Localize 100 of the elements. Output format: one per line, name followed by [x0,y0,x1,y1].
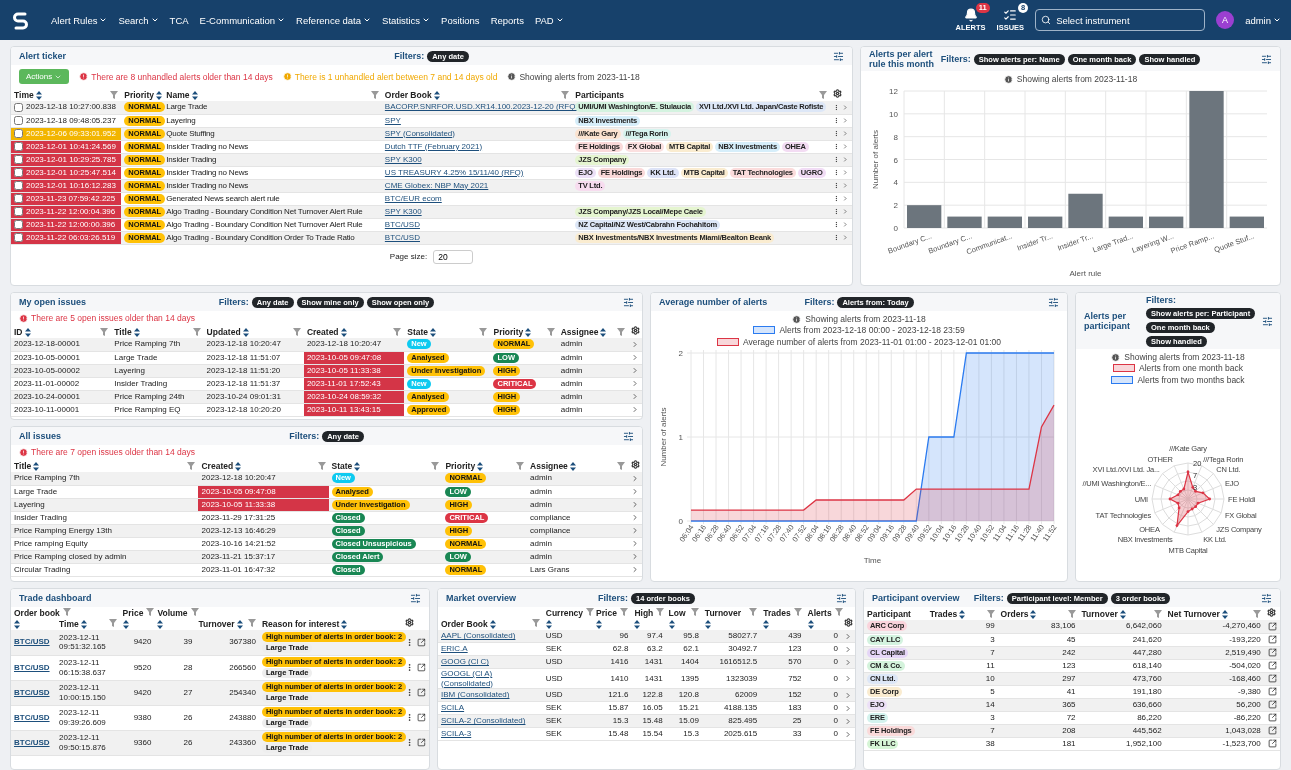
filter-icon[interactable] [531,619,540,627]
filter-icon[interactable] [561,91,570,99]
order-book-link[interactable]: SPY [384,115,401,125]
filter-icon[interactable] [1252,610,1261,618]
row-checkbox[interactable] [14,180,23,190]
filter-icon[interactable] [108,619,117,627]
column-header[interactable]: Participants [575,90,624,100]
settings-icon[interactable] [1261,53,1272,65]
settings-icon[interactable] [1266,608,1276,617]
column-header[interactable]: Currency [545,608,584,618]
row-checkbox[interactable] [14,141,23,151]
column-header[interactable]: Turnover [1081,609,1118,619]
column-header[interactable]: Volume [157,608,188,618]
column-header[interactable]: Priority [493,327,524,337]
filter-icon[interactable] [616,462,625,470]
column-header[interactable]: Name [166,90,190,100]
row-checkbox[interactable] [14,128,23,138]
sort-icon[interactable] [525,327,532,337]
filter-icon[interactable] [1153,610,1162,618]
sort-icon[interactable] [763,620,770,629]
order-book-link[interactable]: BTC/USD [14,712,50,722]
external-link-icon[interactable] [417,738,426,747]
settings-icon[interactable] [832,89,842,98]
sort-icon[interactable] [545,620,552,629]
order-book-link[interactable]: GOOGL (Cl A) (Consolidated) [441,669,540,688]
order-book-link[interactable]: CME Globex: NBP May 2021 [384,180,489,190]
filter-icon[interactable] [393,328,402,336]
sort-icon[interactable] [1221,609,1228,619]
sort-icon[interactable] [959,609,966,619]
column-header[interactable]: Title [114,327,132,337]
sort-icon[interactable] [430,327,436,337]
sort-icon[interactable] [242,327,249,337]
settings-icon[interactable] [410,592,421,604]
column-header[interactable]: Assignee [560,327,599,337]
sort-icon[interactable] [596,620,603,629]
sort-icon[interactable] [354,461,361,471]
column-header[interactable]: Order Book [441,619,488,629]
sort-icon[interactable] [33,461,40,471]
nav-menu-item[interactable]: Reference data [296,14,372,26]
order-book-link[interactable]: GOOG (Cl C) [441,657,489,667]
external-link-icon[interactable] [417,688,426,697]
external-link-icon[interactable] [1268,713,1277,722]
order-book-link[interactable]: IBM (Consolidated) [441,690,510,700]
column-header[interactable]: Order book [14,608,60,618]
nav-menu-item[interactable]: Positions [441,14,480,26]
sort-icon[interactable] [668,620,675,629]
column-header[interactable]: Updated [206,327,241,337]
external-link-icon[interactable] [1268,739,1277,748]
filter-icon[interactable] [431,462,440,470]
sort-icon[interactable] [569,461,576,471]
sort-icon[interactable] [24,327,31,337]
filter-icon[interactable] [100,328,109,336]
external-link-icon[interactable] [1268,700,1277,709]
sort-icon[interactable] [634,620,641,629]
filter-icon[interactable] [516,462,525,470]
settings-icon[interactable] [833,50,844,62]
order-book-link[interactable]: SPY K300 [384,154,422,164]
external-link-icon[interactable] [1268,661,1277,670]
column-header[interactable]: High [634,608,654,618]
settings-icon[interactable] [405,618,415,627]
sort-icon[interactable] [157,620,164,629]
order-book-link[interactable]: BTC/USD [384,232,420,242]
column-header[interactable]: Created [306,327,339,337]
column-header[interactable]: Trades [929,609,958,619]
order-book-link[interactable]: ERIC.A [441,644,468,654]
column-header[interactable]: ID [14,327,23,337]
column-header[interactable]: Turnover [198,619,235,629]
sort-icon[interactable] [80,619,87,629]
search-field[interactable]: Select instrument [1035,9,1206,31]
external-link-icon[interactable] [1268,621,1277,631]
column-header[interactable]: Net Turnover [1167,609,1220,619]
nav-menu-item[interactable]: Reports [490,14,524,26]
external-link-icon[interactable] [1268,726,1277,735]
filter-icon[interactable] [292,328,301,336]
order-book-link[interactable]: SCILA-3 [441,729,472,739]
nav-menu-item[interactable]: TCA [169,14,189,26]
filter-icon[interactable] [370,91,379,99]
sort-icon[interactable] [14,620,20,629]
column-header[interactable]: Order Book [384,90,432,100]
external-link-icon[interactable] [1268,674,1277,683]
settings-icon[interactable] [836,592,847,604]
order-book-link[interactable]: BTC/USD [14,687,50,697]
external-link-icon[interactable] [1268,687,1277,696]
row-checkbox[interactable] [14,232,23,242]
order-book-link[interactable]: SCILA-2 (Consolidated) [441,716,526,726]
sort-icon[interactable] [807,620,814,629]
filter-icon[interactable] [317,462,326,470]
settings-icon[interactable] [623,296,634,308]
sort-icon[interactable] [477,461,484,471]
order-book-link[interactable]: BTC/USD [14,637,50,647]
order-book-link[interactable]: US TREASURY 4.25% 15/11/40 (RFQ) [384,167,524,177]
sort-icon[interactable] [340,327,347,337]
column-header[interactable]: Time [59,619,79,629]
settings-icon[interactable] [630,460,640,469]
external-link-icon[interactable] [417,637,426,647]
external-link-icon[interactable] [417,713,426,722]
sort-icon[interactable] [433,90,440,100]
nav-menu-item[interactable]: E-Communication [199,14,286,26]
column-header[interactable]: Participant [867,609,911,619]
column-header[interactable]: Trades [763,608,791,618]
